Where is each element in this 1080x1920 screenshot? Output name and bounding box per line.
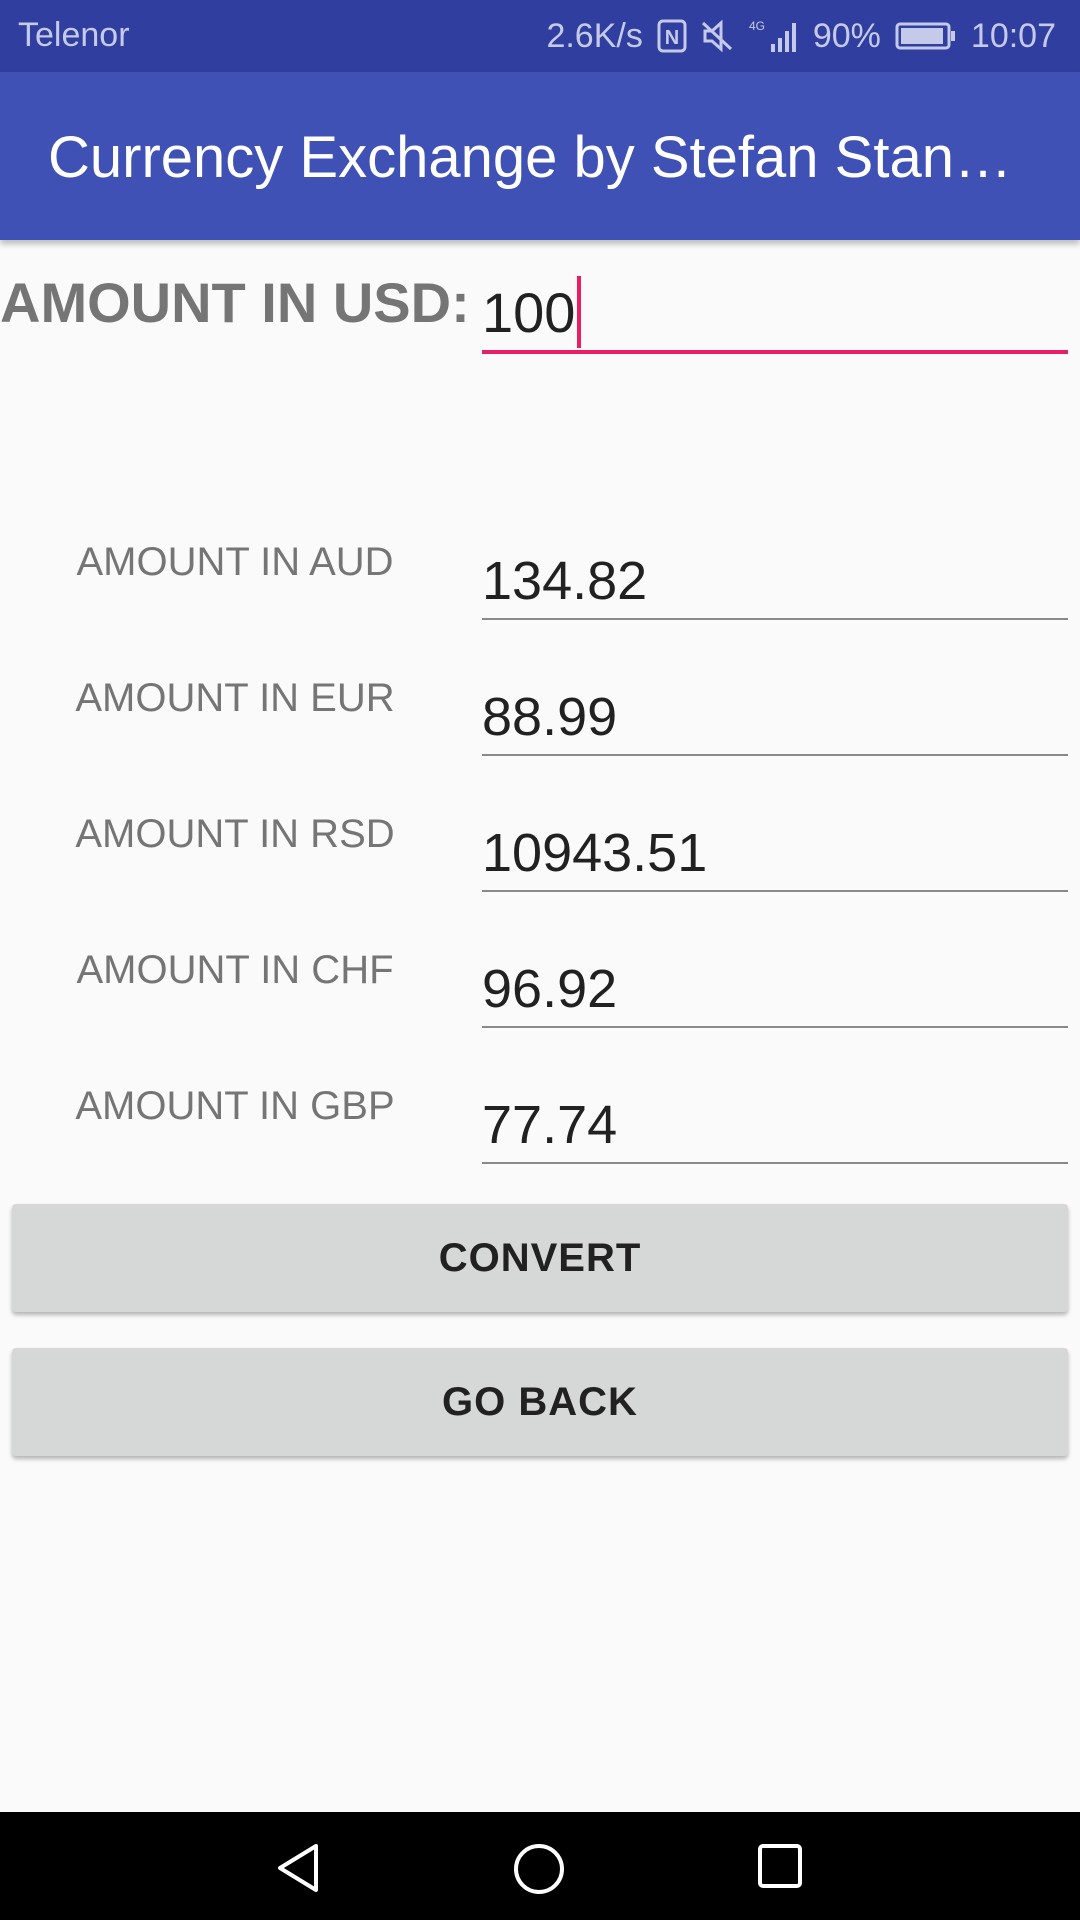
app-title: Currency Exchange by Stefan Stan… [48, 125, 1012, 190]
battery-icon [895, 21, 957, 51]
usd-amount-value: 100 [482, 280, 576, 344]
chf-amount-field[interactable]: 96.92 [482, 936, 1068, 1028]
svg-text:N: N [665, 27, 679, 49]
carrier-name: Telenor [18, 16, 130, 54]
back-icon[interactable] [274, 1842, 322, 1899]
home-icon[interactable] [512, 1842, 566, 1901]
navigation-bar [0, 1812, 1080, 1920]
gbp-label: AMOUNT IN GBP [75, 1084, 395, 1128]
text-cursor [577, 276, 582, 348]
status-bar: Telenor 2.6K/s N 4G 90% 10:07 [0, 0, 1080, 72]
network-speed: 2.6K/s [546, 16, 643, 55]
aud-label: AMOUNT IN AUD [76, 540, 394, 584]
chf-label: AMOUNT IN CHF [76, 948, 394, 992]
convert-button[interactable]: CONVERT [12, 1204, 1068, 1312]
gbp-amount-field[interactable]: 77.74 [482, 1072, 1068, 1164]
signal-icon: 4G [749, 18, 799, 54]
nfc-icon: N [657, 19, 687, 53]
aud-amount-field[interactable]: 134.82 [482, 528, 1068, 620]
battery-percent: 90% [812, 16, 881, 55]
mute-icon [701, 19, 735, 53]
aud-row: AMOUNT IN AUD 134.82 [0, 528, 1080, 628]
chf-row: AMOUNT IN CHF 96.92 [0, 936, 1080, 1036]
status-icons: 2.6K/s N 4G 90% 10:07 [546, 12, 1056, 60]
eur-amount-field[interactable]: 88.99 [482, 664, 1068, 756]
svg-text:4G: 4G [749, 19, 765, 33]
recents-icon[interactable] [756, 1842, 804, 1895]
rsd-amount-field[interactable]: 10943.51 [482, 800, 1068, 892]
gbp-row: AMOUNT IN GBP 77.74 [0, 1072, 1080, 1172]
app-bar: Currency Exchange by Stefan Stan… [0, 72, 1080, 240]
eur-row: AMOUNT IN EUR 88.99 [0, 664, 1080, 764]
rsd-label: AMOUNT IN RSD [75, 812, 395, 856]
go-back-button[interactable]: GO BACK [12, 1348, 1068, 1456]
usd-label: AMOUNT IN USD: [0, 271, 470, 334]
eur-label: AMOUNT IN EUR [75, 676, 395, 720]
rsd-row: AMOUNT IN RSD 10943.51 [0, 800, 1080, 900]
clock: 10:07 [970, 16, 1056, 55]
usd-amount-input[interactable]: 100 [482, 262, 1068, 354]
